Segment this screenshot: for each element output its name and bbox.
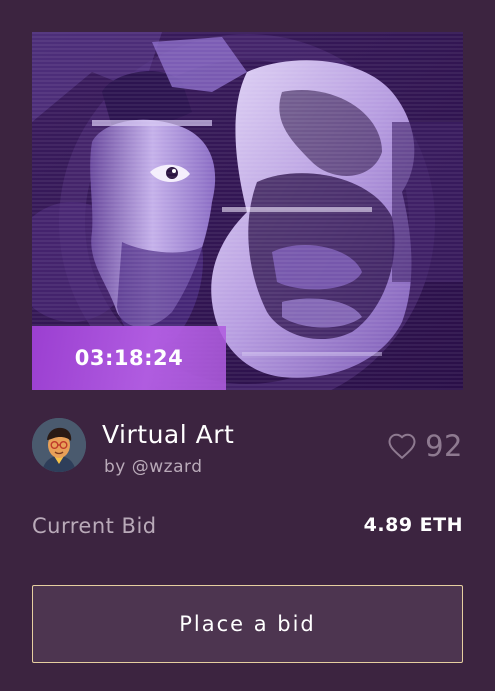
nft-title: Virtual Art — [102, 420, 235, 449]
current-bid-value: 4.89 ETH — [363, 514, 463, 536]
auction-countdown-timer: 03:18:24 — [32, 326, 226, 390]
current-bid-row: Current Bid 4.89 ETH — [32, 510, 463, 544]
creator-info: Virtual Art by @wzard 92 — [32, 418, 463, 478]
like-count: 92 — [425, 429, 463, 463]
avatar-illustration — [32, 418, 86, 472]
current-bid-label: Current Bid — [32, 514, 157, 538]
creator-avatar[interactable] — [32, 418, 86, 472]
creator-handle-link[interactable]: by @wzard — [104, 457, 202, 477]
heart-outline-icon — [388, 433, 416, 459]
nft-artwork-image[interactable]: 03:18:24 — [32, 32, 463, 390]
nft-card: 03:18:24 Virtual Art by @wzard 92 Curren… — [0, 0, 495, 691]
like-button[interactable]: 92 — [387, 428, 463, 464]
place-bid-button[interactable]: Place a bid — [32, 585, 463, 663]
